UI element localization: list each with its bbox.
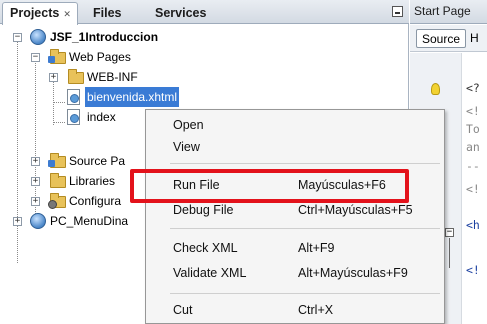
tab-projects-label: Projects	[10, 6, 60, 20]
tab-projects[interactable]: Projects ✕	[2, 2, 78, 25]
menu-item-label: Validate XML	[173, 266, 247, 280]
code-line: an	[466, 140, 480, 154]
menu-separator	[170, 228, 440, 229]
code-line: <!	[466, 104, 480, 118]
menu-item-label: View	[173, 140, 200, 154]
menu-item-view[interactable]: View	[146, 135, 444, 159]
menu-item-label: Check XML	[173, 241, 238, 255]
tree-node-web-pages[interactable]: − Web Pages	[0, 47, 200, 67]
tab-services[interactable]: Services	[148, 3, 212, 24]
code-line: <!	[466, 182, 480, 196]
folder-icon	[48, 193, 66, 209]
editor-tabbar: Start Page	[410, 0, 487, 24]
minimize-icon[interactable]	[392, 6, 403, 17]
fold-icon[interactable]: −	[445, 228, 454, 237]
file-icon	[67, 109, 80, 125]
tree-node-label: index	[87, 110, 116, 124]
tab-files-label: Files	[93, 6, 122, 20]
globe-icon	[30, 29, 46, 45]
folder-icon	[48, 49, 66, 64]
lightbulb-icon[interactable]	[431, 83, 440, 95]
expand-toggle-icon[interactable]: +	[13, 217, 22, 226]
tab-services-label: Services	[155, 6, 207, 20]
code-line: To	[466, 122, 480, 136]
code-line: --	[466, 159, 480, 173]
tree-node-project[interactable]: − JSF_1Introduccion	[0, 27, 200, 47]
menu-item-cut[interactable]: Cut Ctrl+X	[146, 298, 444, 322]
tree-node-label: JSF_1Introduccion	[50, 30, 159, 44]
menu-item-check-xml[interactable]: Check XML Alt+F9	[146, 236, 444, 260]
tree-node-label: Configura	[69, 194, 122, 208]
tree-node-web-inf[interactable]: + WEB-INF	[0, 67, 200, 87]
expand-toggle-icon[interactable]: +	[49, 73, 58, 82]
folder-icon	[50, 173, 66, 188]
code-line: <?	[466, 81, 480, 95]
menu-separator	[170, 293, 440, 294]
collapse-toggle-icon[interactable]: −	[13, 33, 22, 42]
code-area[interactable]: <? <! To an -- <! <h <!	[466, 53, 487, 324]
history-button[interactable]: H	[470, 31, 479, 45]
menu-item-shortcut: Alt+Mayúsculas+F9	[298, 266, 408, 280]
menu-item-label: Open	[173, 118, 204, 132]
tree-node-label: WEB-INF	[87, 70, 138, 84]
expand-toggle-icon[interactable]: +	[31, 197, 40, 206]
menu-item-open[interactable]: Open	[146, 113, 444, 137]
code-line: <h	[466, 218, 480, 232]
editor-toolbar: Source H	[410, 25, 487, 52]
source-button[interactable]: Source	[416, 29, 467, 48]
menu-item-label: Cut	[173, 303, 193, 317]
menu-item-shortcut: Ctrl+X	[298, 303, 334, 317]
folder-icon	[48, 153, 66, 168]
tree-node-label: bienvenida.xhtml	[85, 87, 180, 107]
menu-item-shortcut: Alt+F9	[298, 241, 335, 255]
tab-files[interactable]: Files	[86, 3, 128, 24]
tree-node-label: Libraries	[69, 174, 116, 188]
code-line: <!	[466, 263, 480, 277]
file-icon	[67, 89, 80, 105]
expand-toggle-icon[interactable]: +	[31, 177, 40, 186]
projects-tabbar: Projects ✕ Files Services	[0, 0, 409, 25]
tree-node-bienvenida[interactable]: bienvenida.xhtml	[0, 87, 200, 107]
tree-node-label: Source Pa	[69, 154, 126, 168]
menu-separator	[170, 163, 440, 164]
close-icon[interactable]: ✕	[63, 9, 71, 19]
globe-icon	[30, 213, 46, 229]
highlight-annotation	[130, 169, 409, 203]
tree-node-label: PC_MenuDina	[50, 214, 129, 228]
folder-icon	[68, 69, 84, 84]
tree-node-label: Web Pages	[69, 50, 131, 64]
collapse-toggle-icon[interactable]: −	[31, 53, 40, 62]
context-menu: Open View Run File Mayúsculas+F6 Debug F…	[145, 109, 445, 324]
tab-start-page[interactable]: Start Page	[414, 4, 471, 18]
expand-toggle-icon[interactable]: +	[31, 157, 40, 166]
menu-item-validate-xml[interactable]: Validate XML Alt+Mayúsculas+F9	[146, 261, 444, 285]
